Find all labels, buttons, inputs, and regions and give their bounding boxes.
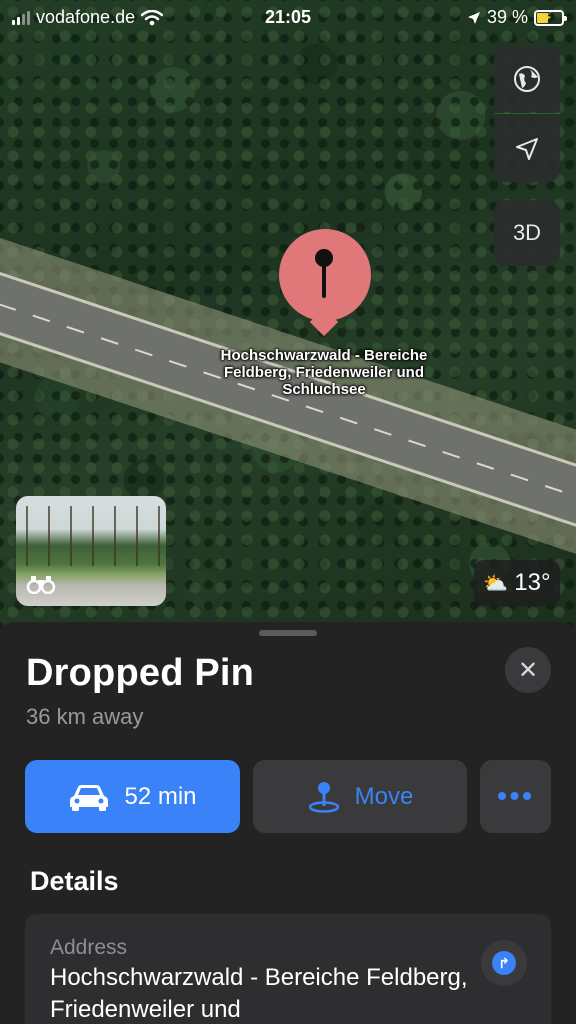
3d-toggle-button[interactable]: 3D (494, 200, 560, 266)
close-icon: ✕ (517, 656, 539, 684)
more-button[interactable]: ••• (480, 760, 551, 833)
details-heading: Details (30, 866, 119, 896)
address-value: Hochschwarzwald - Bereiche Feldberg, Fri… (50, 964, 468, 1023)
satellite-map[interactable]: Hochschwarzwald - Bereiche Feldberg, Fri… (0, 0, 576, 640)
look-around-thumbnail[interactable] (16, 496, 166, 606)
location-arrow-icon (516, 138, 538, 160)
place-card-sheet[interactable]: Dropped Pin 36 km away ✕ 52 min Move •••… (0, 622, 576, 1024)
move-label: Move (354, 782, 414, 810)
more-icon: ••• (496, 779, 535, 813)
control-divider (494, 113, 560, 114)
look-around-preview (16, 506, 166, 566)
status-bar: vodafone.de 21:05 39 % ⚡ (0, 0, 576, 34)
locate-me-button[interactable] (494, 116, 560, 182)
temperature-value: 13° (514, 569, 551, 596)
distance-label: 36 km away (26, 704, 144, 729)
globe-icon (514, 66, 540, 92)
partly-sunny-icon: ⛅ (483, 572, 509, 595)
place-title: Dropped Pin (26, 652, 255, 694)
turn-arrow-icon: ↱ (492, 951, 516, 975)
sheet-grabber[interactable] (259, 630, 317, 636)
battery-percent: 39 % (486, 7, 528, 27)
binoculars-icon (26, 574, 56, 600)
battery-icon: ⚡ (534, 8, 567, 26)
address-directions-button[interactable]: ↱ (481, 940, 527, 986)
map-type-button[interactable] (494, 46, 560, 112)
charging-bolt-icon: ⚡ (543, 8, 553, 25)
pin-move-icon (308, 781, 339, 813)
address-card[interactable]: Address Hochschwarzwald - Bereiche Feldb… (25, 914, 551, 1024)
close-button[interactable]: ✕ (505, 647, 551, 693)
status-right-group: 39 % ⚡ (467, 7, 567, 28)
move-pin-button[interactable]: Move (253, 760, 467, 833)
pin-location-label: Hochschwarzwald - Bereiche Feldberg, Fri… (220, 347, 428, 398)
pin-stem-icon (322, 262, 326, 298)
car-icon (70, 784, 109, 811)
drive-time-label: 52 min (124, 782, 197, 810)
pin-head-icon (315, 249, 333, 267)
address-label: Address (50, 936, 128, 959)
location-services-icon (467, 11, 480, 24)
weather-badge[interactable]: ⛅ 13° (474, 560, 560, 606)
directions-button[interactable]: 52 min (25, 760, 240, 833)
